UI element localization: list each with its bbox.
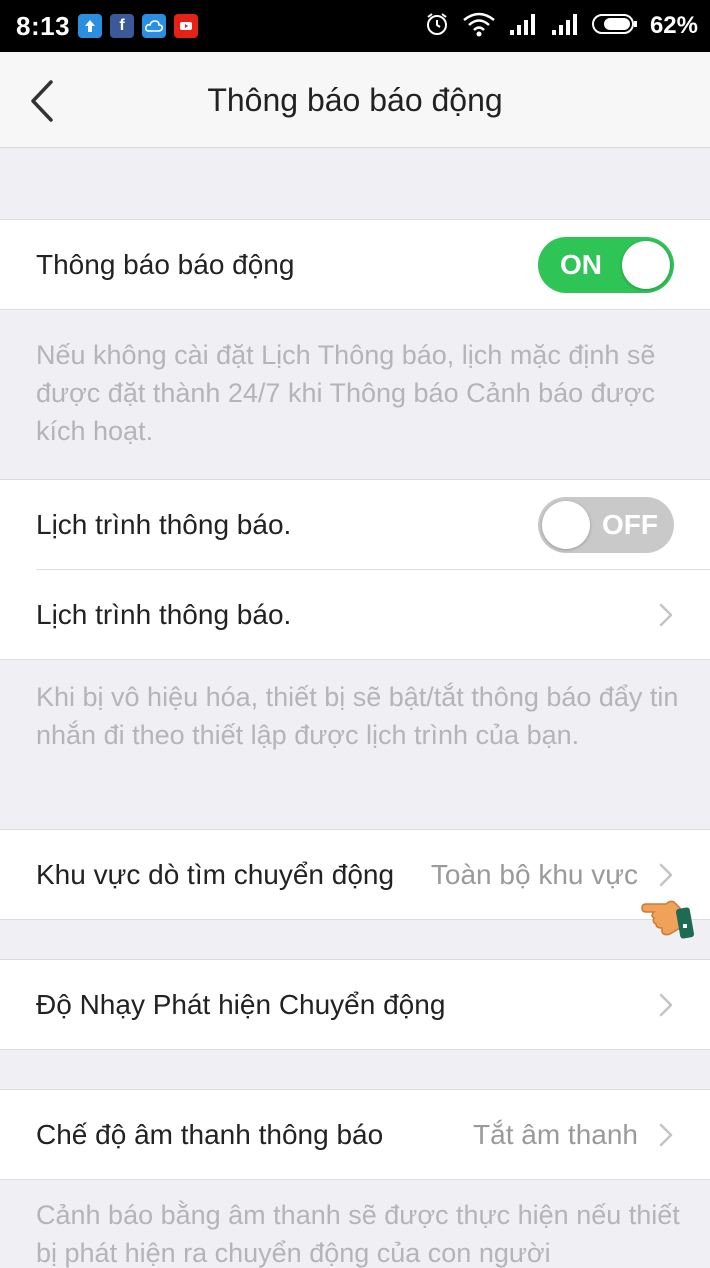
signal-icon (550, 12, 580, 41)
signal-icon (508, 12, 538, 41)
chevron-right-icon (658, 602, 674, 628)
alarm-notification-toggle[interactable]: ON (538, 237, 674, 293)
schedule-toggle-row: Lịch trình thông báo. OFF (0, 480, 710, 570)
back-button[interactable] (20, 74, 64, 128)
youtube-icon (174, 14, 199, 38)
motion-sensitivity-row[interactable]: Độ Nhạy Phát hiện Chuyển động (0, 960, 710, 1050)
motion-area-label: Khu vực dò tìm chuyển động (36, 859, 395, 890)
battery-percent: 62% (649, 12, 698, 39)
page-title: Thông báo báo động (207, 81, 503, 118)
status-bar: 8:13 f 62% (0, 0, 710, 52)
divider (36, 569, 710, 570)
divider (0, 919, 710, 920)
divider (0, 1049, 710, 1050)
alarm-notification-label: Thông báo báo động (36, 249, 295, 280)
battery-icon (591, 12, 638, 41)
schedule-description: Khi bị vô hiệu hóa, thiết bị sẽ bật/tắt … (36, 682, 679, 750)
toggle-off-label: OFF (602, 509, 658, 540)
status-bar-right: 62% (424, 11, 698, 42)
toggle-knob (542, 501, 590, 549)
schedule-link-row[interactable]: Lịch trình thông báo. (0, 570, 710, 660)
divider (0, 659, 710, 660)
sound-mode-row[interactable]: Chế độ âm thanh thông báo Tắt âm thanh (0, 1090, 710, 1180)
sound-mode-label: Chế độ âm thanh thông báo (36, 1119, 384, 1150)
schedule-toggle[interactable]: OFF (538, 497, 674, 553)
status-bar-left: 8:13 f (16, 10, 199, 42)
toggle-on-label: ON (560, 249, 602, 280)
chevron-right-icon (658, 862, 674, 888)
chevron-left-icon (31, 80, 53, 122)
alarm-description: Nếu không cài đặt Lịch Thông báo, lịch m… (36, 340, 656, 446)
upload-icon (78, 14, 103, 38)
alarm-icon (424, 11, 450, 42)
wifi-icon (462, 11, 496, 42)
divider (0, 1179, 710, 1180)
divider (0, 309, 710, 310)
nav-bar: Thông báo báo động (0, 52, 710, 148)
motion-area-value: Toàn bộ khu vực (430, 859, 638, 890)
pointing-hand-icon (641, 900, 695, 939)
toggle-knob (622, 241, 670, 289)
schedule-toggle-label: Lịch trình thông báo. (36, 509, 292, 540)
facebook-icon: f (110, 14, 135, 38)
schedule-link-label: Lịch trình thông báo. (36, 599, 292, 630)
chevron-right-icon (658, 1122, 674, 1148)
sound-mode-value: Tắt âm thanh (473, 1119, 638, 1150)
motion-sensitivity-label: Độ Nhạy Phát hiện Chuyển động (36, 989, 446, 1020)
cloud-icon (142, 14, 167, 38)
status-time: 8:13 (16, 10, 71, 41)
motion-area-row[interactable]: Khu vực dò tìm chuyển động Toàn bộ khu v… (0, 830, 710, 920)
sound-description: Cảnh báo bằng âm thanh sẽ được thực hiện… (36, 1200, 680, 1268)
chevron-right-icon (658, 992, 674, 1018)
alarm-notification-row: Thông báo báo động ON (0, 220, 710, 310)
